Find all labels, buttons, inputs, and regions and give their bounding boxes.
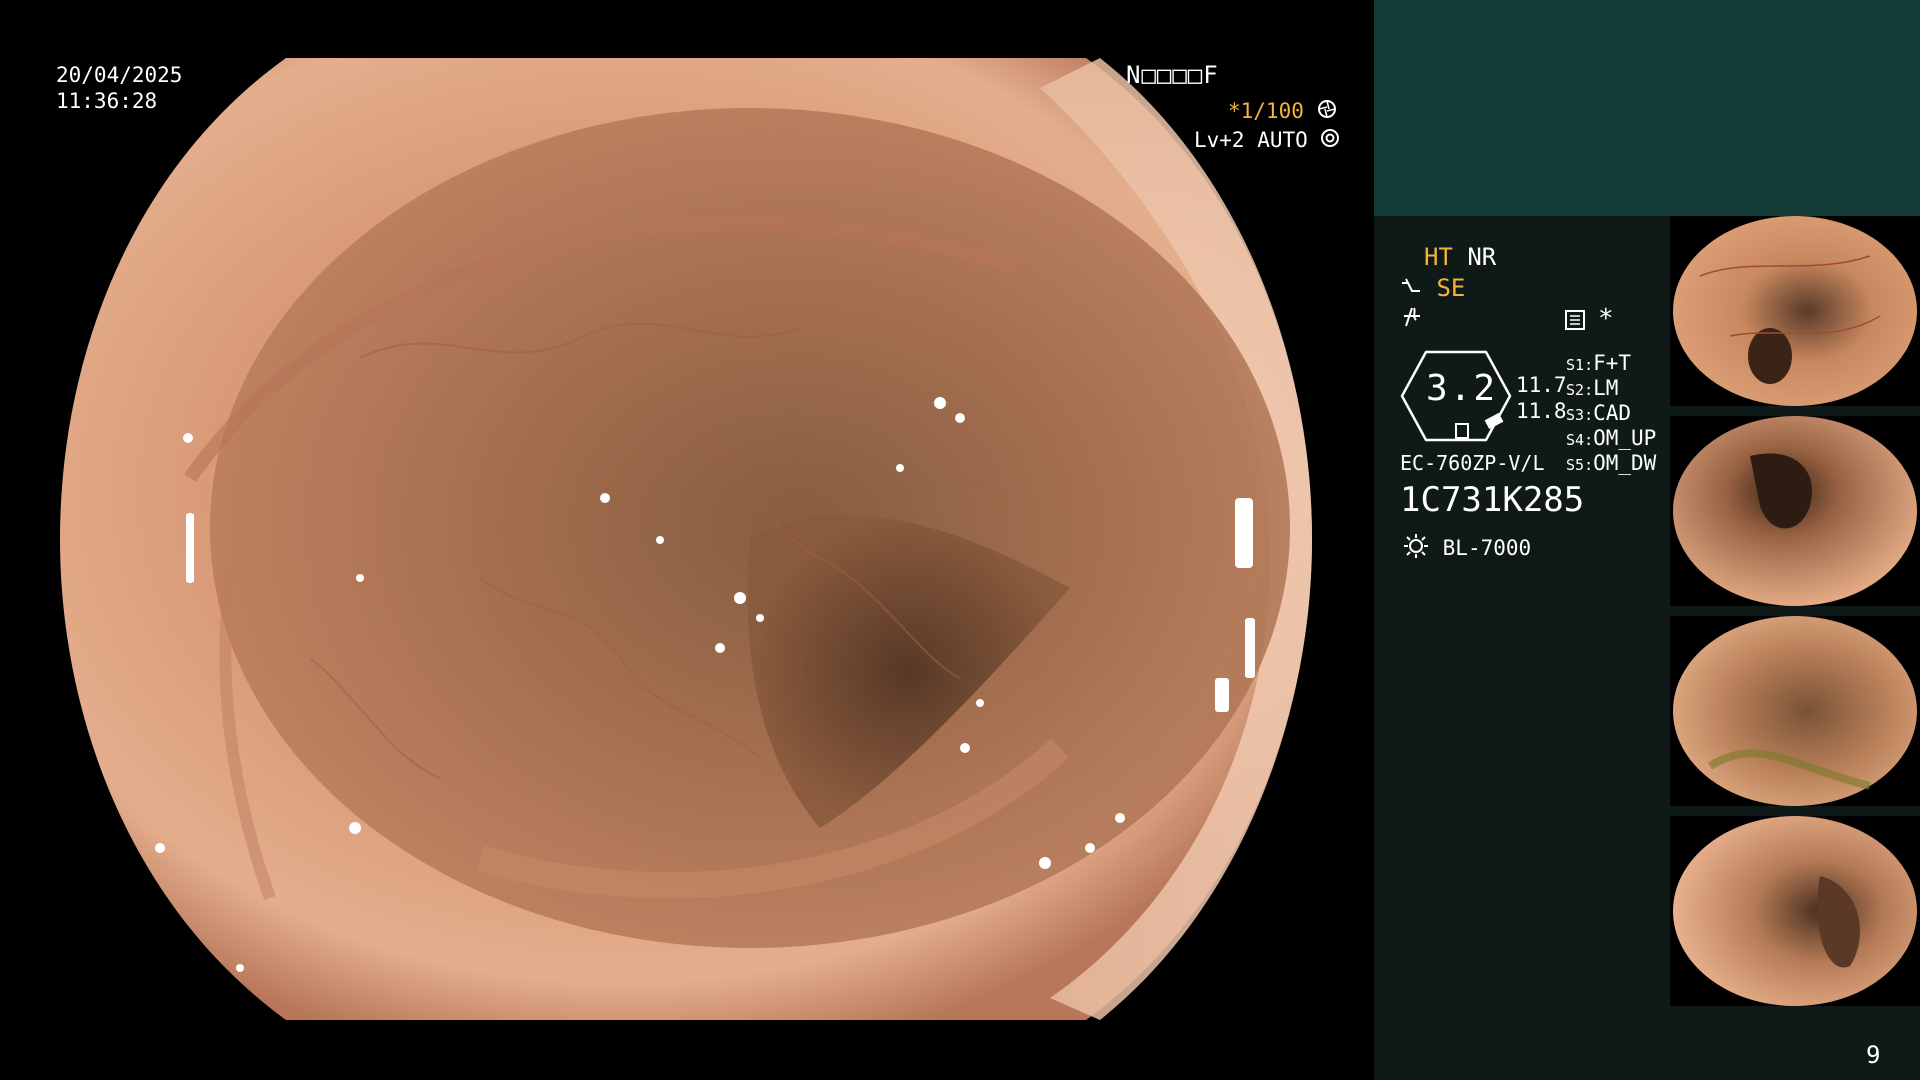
scope-serial: 1C731K285 [1400,480,1585,520]
date-text: 20/04/2025 [56,63,183,87]
patient-name: N□□□□F [1126,61,1219,89]
switch-row: S4:OM_UP [1566,426,1657,450]
zoom-value: 3.2 [1426,368,1498,409]
captured-thumbnail[interactable] [1670,216,1920,406]
mode-ht: HT [1424,243,1453,271]
measurement-2: 11.8 [1516,399,1567,423]
scope-model: EC-760ZP-V/L [1400,451,1545,475]
side-panel-header [1374,0,1920,216]
endoscope-main-image [60,58,1312,1020]
switch-row: S1:F+T [1566,351,1632,375]
switch-row: S2:LM [1566,376,1619,400]
datetime-overlay: 20/04/2025 11:36:28 [56,62,182,114]
mode-nr: NR [1467,243,1497,271]
page-number: 9 [1866,1041,1881,1069]
captured-thumbnail[interactable] [1670,816,1920,1006]
light-source-text: BL-7000 [1442,536,1532,560]
switch-list: S1:F+T S2:LM S3:CAD S4:OM_UP S5:OM_DW [1566,350,1666,475]
light-source-icon [1402,532,1430,566]
captured-thumbnail[interactable] [1670,616,1920,806]
exposure-mode-text: AUTO [1257,128,1308,152]
switch-row: S3:CAD [1566,401,1632,425]
shutter-readout: *1/100 [1228,98,1337,125]
captured-thumbnail[interactable] [1670,416,1920,606]
iris-icon [1320,128,1340,154]
structure-enhance-icon [1400,276,1422,302]
processing-modes: HT NR [1424,244,1496,270]
switch-row: S5:OM_DW [1566,451,1657,475]
time-text: 11:36:28 [56,89,158,113]
color-enhance-icon [1402,306,1422,332]
enhancement-mode: SE [1400,275,1465,302]
shutter-icon [1317,99,1337,125]
record-mark: * [1598,304,1614,334]
enhancement-text: SE [1436,274,1466,302]
light-level-text: Lv+2 [1194,128,1245,152]
measurement-1: 11.7 [1516,373,1567,397]
light-source: BL-7000 [1402,532,1531,566]
exposure-readout: Lv+2 AUTO [1194,127,1340,154]
shutter-text: *1/100 [1228,99,1304,123]
record-icon [1564,309,1586,335]
